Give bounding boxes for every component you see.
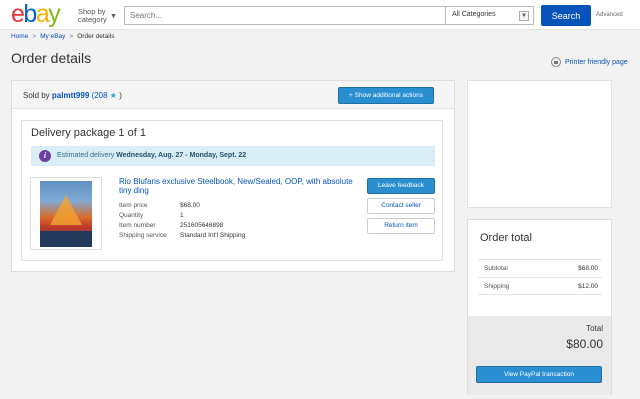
item-detail-value: $68.00 xyxy=(180,202,200,209)
contact-seller-button[interactable]: Contact seller xyxy=(367,198,435,214)
item-detail-value: Standard Int'l Shipping xyxy=(180,232,246,239)
estimated-delivery-bar: i Estimated delivery Wednesday, Aug. 27 … xyxy=(31,146,435,166)
breadcrumb-separator: > xyxy=(32,33,37,40)
item-detail-key: Item price xyxy=(119,202,148,209)
printer-friendly-link[interactable]: Printer friendly page xyxy=(551,57,628,67)
view-paypal-transaction-button[interactable]: View PayPal transaction xyxy=(476,366,602,383)
leave-feedback-button[interactable]: Leave feedback xyxy=(367,178,435,194)
sold-by-label: Sold by xyxy=(23,91,50,100)
return-item-button[interactable]: Return item xyxy=(367,218,435,234)
shipping-label: Shipping xyxy=(484,283,510,290)
advanced-search-link[interactable]: Advanced xyxy=(596,12,623,18)
item-detail-key: Shipping service xyxy=(119,232,167,239)
seller-name-link[interactable]: palmtt999 xyxy=(52,91,89,100)
item-detail-value: 251605646898 xyxy=(180,222,224,229)
search-input[interactable] xyxy=(124,6,446,25)
shipping-value: $12.00 xyxy=(578,283,598,290)
category-select-value: All Categories xyxy=(452,11,496,18)
sold-by: Sold by palmtt999 (208 ★ ) xyxy=(23,91,122,100)
estimated-delivery-text: Estimated delivery Wednesday, Aug. 27 - … xyxy=(57,152,246,159)
show-additional-actions-button[interactable]: + Show additional actions xyxy=(338,87,434,104)
shipping-row: Shipping $12.00 xyxy=(478,277,602,295)
feedback-close-paren: ) xyxy=(119,91,122,100)
estimated-delivery-dates: Wednesday, Aug. 27 - Monday, Sept. 22 xyxy=(116,152,247,159)
item-detail-key: Quantity xyxy=(119,212,144,219)
subtotal-row: Subtotal $68.00 xyxy=(478,259,602,277)
subtotal-label: Subtotal xyxy=(484,265,508,272)
advertisement-panel xyxy=(467,80,612,208)
printer-friendly-label: Printer friendly page xyxy=(565,58,628,66)
shop-by-category-button[interactable]: Shop by category xyxy=(78,8,110,24)
item-detail-row: Shipping service Standard Int'l Shipping xyxy=(119,231,245,241)
chevron-down-icon[interactable]: ▼ xyxy=(519,11,529,21)
subtotal-value: $68.00 xyxy=(578,265,598,272)
item-details: Item price $68.00 Quantity 1 Item number 25… xyxy=(119,201,245,241)
breadcrumb-home[interactable]: Home xyxy=(11,33,28,40)
page-title: Order details xyxy=(11,50,92,66)
site-header: ebay Shop by category ▼ All Categories ▼… xyxy=(0,0,640,30)
feedback-score[interactable]: 208 xyxy=(94,91,107,100)
info-icon: i xyxy=(39,150,51,162)
item-detail-key: Item number xyxy=(119,222,156,229)
breadcrumb-separator: > xyxy=(69,33,74,40)
chevron-down-icon[interactable]: ▼ xyxy=(110,13,117,20)
breadcrumb: Home > My eBay > Order details xyxy=(11,33,114,40)
estimated-delivery-label: Estimated delivery xyxy=(57,152,115,159)
item-detail-row: Item price $68.00 xyxy=(119,201,245,211)
total-footer: Total $80.00 View PayPal transaction xyxy=(468,316,611,395)
item-image xyxy=(40,181,92,247)
breadcrumb-my-ebay[interactable]: My eBay xyxy=(40,33,65,40)
order-total-panel: Order total Subtotal $68.00 Shipping $12… xyxy=(467,219,612,395)
total-amount: $80.00 xyxy=(566,337,603,351)
order-total-title: Order total xyxy=(480,232,532,244)
item-title-link[interactable]: Rio Blufans exclusive Steelbook, New/Sea… xyxy=(119,177,355,195)
item-detail-row: Quantity 1 xyxy=(119,211,245,221)
item-detail-row: Item number 251605646898 xyxy=(119,221,245,231)
item-detail-value: 1 xyxy=(180,212,184,219)
item-thumbnail[interactable] xyxy=(30,177,102,250)
total-label: Total xyxy=(586,324,603,333)
search-button[interactable]: Search xyxy=(541,5,591,26)
breadcrumb-current: Order details xyxy=(77,33,115,40)
ebay-logo[interactable]: ebay xyxy=(11,2,61,27)
printer-icon xyxy=(551,57,561,67)
package-title: Delivery package 1 of 1 xyxy=(31,127,146,139)
star-icon: ★ xyxy=(109,91,117,100)
seller-bar: Sold by palmtt999 (208 ★ ) + Show additi… xyxy=(12,81,454,109)
category-select[interactable]: All Categories ▼ xyxy=(446,6,534,25)
